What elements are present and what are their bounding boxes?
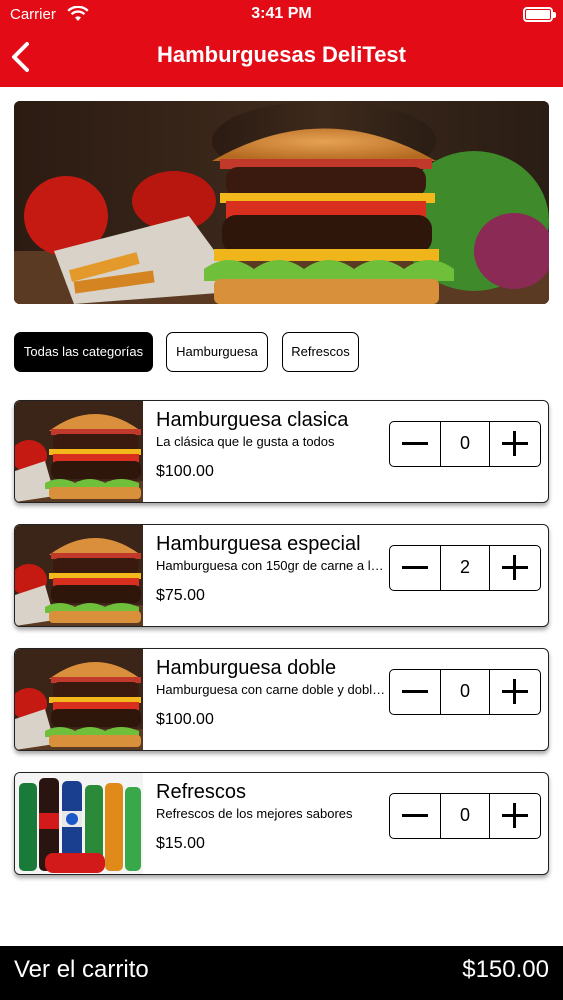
quantity-value: 0 [440,670,490,714]
product-price: $100.00 [156,711,214,728]
product-image-burger [15,401,143,502]
quantity-stepper: 0 [389,421,541,467]
decrease-quantity-button[interactable] [390,546,440,590]
product-image-burger [15,649,143,750]
quantity-stepper: 0 [389,669,541,715]
top-bar: Carrier 3:41 PM Hamburguesas DeliTest [0,0,563,87]
product-price: $100.00 [156,463,214,480]
product-card: Refrescos Refrescos de los mejores sabor… [14,772,549,875]
cart-total: $150.00 [462,956,549,983]
status-bar: Carrier 3:41 PM [0,0,563,30]
decrease-quantity-button[interactable] [390,670,440,714]
product-name: Hamburguesa especial [156,533,361,555]
increase-quantity-button[interactable] [490,546,540,590]
category-chip-refrescos[interactable]: Refrescos [282,332,359,372]
product-card: Hamburguesa especial Hamburguesa con 150… [14,524,549,627]
product-name: Hamburguesa doble [156,657,337,679]
quantity-value: 0 [440,422,490,466]
view-cart-button[interactable]: Ver el carrito $150.00 [0,946,563,1000]
product-price: $15.00 [156,835,205,852]
decrease-quantity-button[interactable] [390,422,440,466]
increase-quantity-button[interactable] [490,794,540,838]
quantity-value: 2 [440,546,490,590]
product-description: Refrescos de los mejores sabores [156,806,353,821]
product-price: $75.00 [156,587,205,604]
product-description: La clásica que le gusta a todos [156,434,335,449]
quantity-value: 0 [440,794,490,838]
quantity-stepper: 0 [389,793,541,839]
increase-quantity-button[interactable] [490,670,540,714]
decrease-quantity-button[interactable] [390,794,440,838]
hero-banner-image [14,101,549,304]
product-image-burger [15,525,143,626]
cart-label: Ver el carrito [14,956,149,983]
increase-quantity-button[interactable] [490,422,540,466]
page-title: Hamburguesas DeliTest [156,42,406,67]
product-name: Hamburguesa clasica [156,409,349,431]
product-name: Refrescos [156,781,247,803]
clock: 3:41 PM [251,5,312,22]
quantity-stepper: 2 [389,545,541,591]
product-description: Hamburguesa con carne doble y doble ques… [156,682,388,697]
category-chip-todas[interactable]: Todas las categorías [14,332,153,372]
battery-icon [523,7,556,22]
product-image-sodas [15,773,143,874]
product-card: Hamburguesa clasica La clásica que le gu… [14,400,549,503]
product-description: Hamburguesa con 150gr de carne a la parr… [156,558,388,573]
category-chip-hamburguesa[interactable]: Hamburguesa [166,332,268,372]
product-card: Hamburguesa doble Hamburguesa con carne … [14,648,549,751]
